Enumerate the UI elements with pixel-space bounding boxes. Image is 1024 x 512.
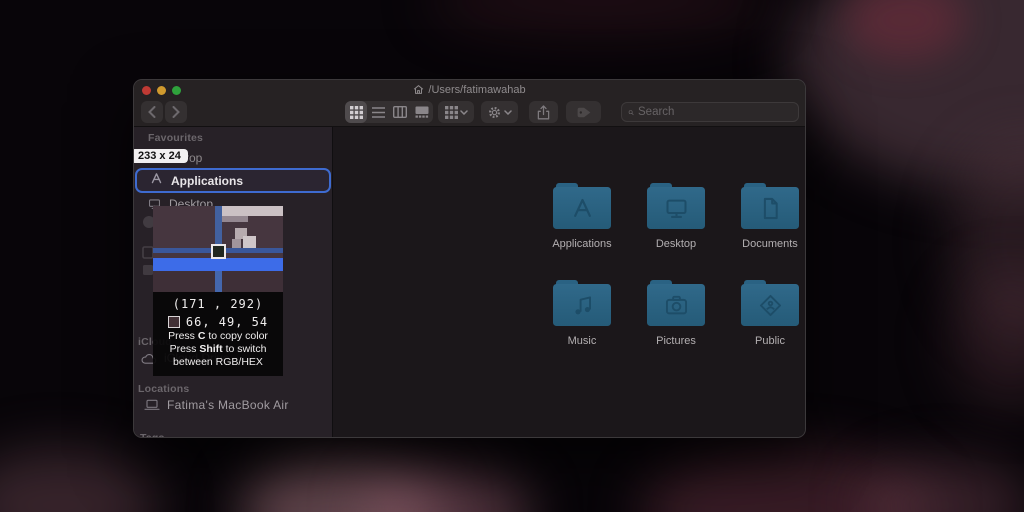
action-menu-button[interactable] xyxy=(481,101,518,123)
finder-content-area[interactable]: Applications Desktop Documents Downloads… xyxy=(333,127,805,437)
column-view-button[interactable] xyxy=(389,101,411,123)
folder-music[interactable]: Music xyxy=(535,280,629,377)
music-folder-icon xyxy=(553,280,611,326)
locations-header: Locations xyxy=(138,383,190,395)
chevron-right-icon xyxy=(172,106,180,118)
color-picker-panel: (171 , 292) 66, 49, 54 Press C to copy c… xyxy=(153,292,283,376)
folder-grid: Applications Desktop Documents Downloads… xyxy=(535,183,806,377)
selection-size-badge: 233 x 24 xyxy=(134,149,188,163)
sidebar-item-macbook[interactable]: Fatima's MacBook Air xyxy=(144,398,289,412)
folder-label: Public xyxy=(755,335,785,347)
chevron-left-icon xyxy=(148,106,156,118)
group-button[interactable] xyxy=(438,101,474,123)
grid-view-icon xyxy=(349,105,363,119)
path-title: /Users/fatimawahab xyxy=(428,84,526,96)
desktop-folder-icon xyxy=(647,183,705,229)
list-view-icon xyxy=(371,106,385,118)
color-picker-loupe xyxy=(153,206,283,292)
list-view-button[interactable] xyxy=(367,101,389,123)
pictures-folder-icon xyxy=(647,280,705,326)
search-input[interactable] xyxy=(638,106,792,118)
rgb-values: 66, 49, 54 xyxy=(185,315,269,329)
gallery-view-button[interactable] xyxy=(411,101,433,123)
forward-button[interactable] xyxy=(165,101,187,123)
back-button[interactable] xyxy=(141,101,163,123)
share-icon xyxy=(537,104,550,119)
search-field[interactable] xyxy=(621,102,799,122)
folder-label: Pictures xyxy=(656,335,696,347)
applications-a-icon xyxy=(149,171,164,191)
window-chrome: /Users/fatimawahab xyxy=(134,80,805,127)
tags-header: Tags xyxy=(140,432,165,437)
public-folder-icon xyxy=(741,280,799,326)
applications-label: Applications xyxy=(171,173,244,188)
pixel-reticle xyxy=(211,244,226,259)
folder-documents[interactable]: Documents xyxy=(723,183,806,280)
folder-desktop[interactable]: Desktop xyxy=(629,183,723,280)
gear-icon xyxy=(489,106,500,118)
color-swatch xyxy=(167,316,180,328)
applications-folder-icon xyxy=(553,183,611,229)
favourites-header: Favourites xyxy=(148,132,204,144)
column-view-icon xyxy=(393,106,407,118)
folder-label: Music xyxy=(567,335,597,347)
tag-icon xyxy=(577,107,590,117)
folder-label: Desktop xyxy=(655,238,697,250)
window-title: /Users/fatimawahab xyxy=(134,84,805,96)
search-icon xyxy=(628,109,634,115)
pixel-coordinates: (171 , 292) xyxy=(172,297,264,311)
switch-hint-2: between RGB/HEX xyxy=(173,356,263,368)
view-switcher xyxy=(345,101,433,123)
chevron-down-icon xyxy=(504,109,512,115)
folder-pictures[interactable]: Pictures xyxy=(629,280,723,377)
copy-hint: Press C to copy color xyxy=(168,330,268,342)
folder-label: Documents xyxy=(742,238,798,250)
gallery-view-icon xyxy=(415,106,429,118)
folder-public[interactable]: Public xyxy=(723,280,806,377)
laptop-icon xyxy=(144,399,160,411)
documents-folder-icon xyxy=(741,183,799,229)
group-grid-icon xyxy=(444,105,458,119)
tags-button[interactable] xyxy=(566,101,601,123)
folder-label: Applications xyxy=(552,238,612,250)
chevron-down-icon xyxy=(459,109,468,115)
sidebar-item-applications[interactable]: Applications xyxy=(135,168,331,193)
macbook-label: Fatima's MacBook Air xyxy=(167,398,289,412)
switch-hint: Press Shift to switch xyxy=(169,343,267,355)
home-icon xyxy=(414,85,424,94)
share-button[interactable] xyxy=(529,101,558,123)
finder-window: /Users/fatimawahab Search Favourites rop… xyxy=(133,79,806,438)
icon-view-button[interactable] xyxy=(345,101,367,123)
folder-applications[interactable]: Applications xyxy=(535,183,629,280)
